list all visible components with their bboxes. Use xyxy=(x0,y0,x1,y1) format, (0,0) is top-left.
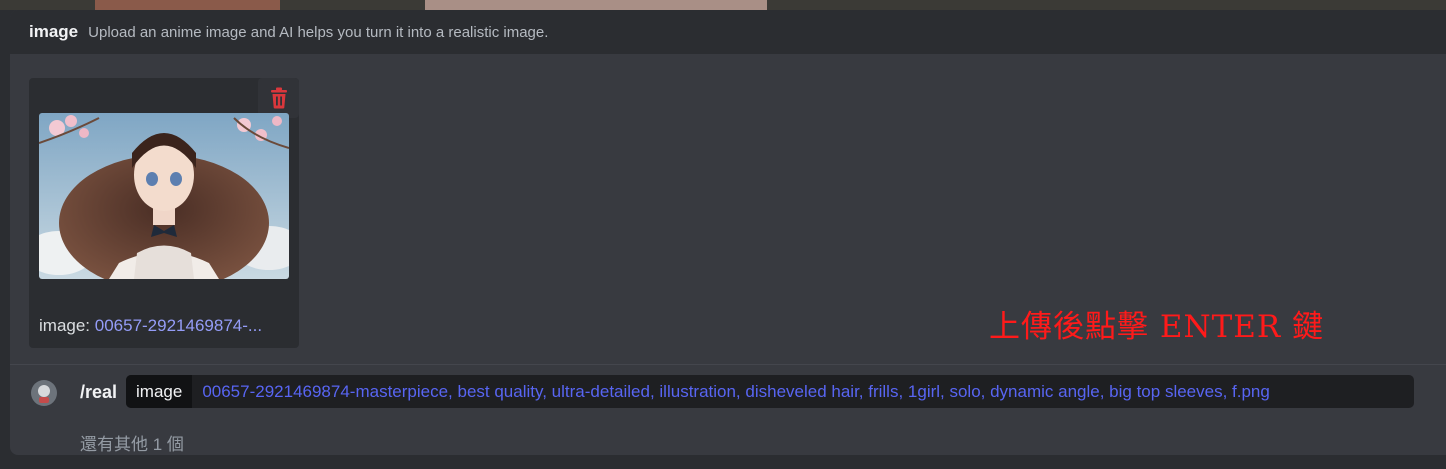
option-hint-bar: image Upload an anime image and AI helps… xyxy=(10,10,1446,54)
instruction-annotation: 上傳後點擊 ENTER 鍵 xyxy=(989,309,1325,345)
more-options-text[interactable]: 還有其他 1 個 xyxy=(80,430,184,455)
attachment-filename[interactable]: 00657-2921469874-... xyxy=(95,316,262,335)
previous-images-strip xyxy=(0,0,1446,10)
command-input-row[interactable]: /real image 00657-2921469874-masterpiece… xyxy=(10,370,1446,455)
attachment-card[interactable]: image: 00657-2921469874-... xyxy=(29,78,299,348)
attachments-area: image: 00657-2921469874-... 上傳後點擊 ENTER … xyxy=(10,54,1446,365)
slash-command-composer: image Upload an anime image and AI helps… xyxy=(10,10,1446,455)
option-description: Upload an anime image and AI helps you t… xyxy=(88,23,549,41)
option-name: image xyxy=(29,22,79,41)
option-key: image xyxy=(126,375,193,408)
trash-icon xyxy=(270,87,287,109)
option-value[interactable]: 00657-2921469874-masterpiece, best quali… xyxy=(192,382,1270,402)
attachment-caption: image: 00657-2921469874-... xyxy=(39,316,289,336)
delete-attachment-button[interactable] xyxy=(258,78,299,118)
command-option-pill[interactable]: image 00657-2921469874-masterpiece, best… xyxy=(126,375,1414,408)
app-avatar xyxy=(31,380,57,406)
command-name: /real xyxy=(80,382,118,402)
previous-image-thumbnail xyxy=(425,0,767,10)
previous-image-thumbnail xyxy=(95,0,280,10)
attachment-preview-image xyxy=(39,113,289,279)
attachment-caption-label: image: xyxy=(39,316,95,335)
